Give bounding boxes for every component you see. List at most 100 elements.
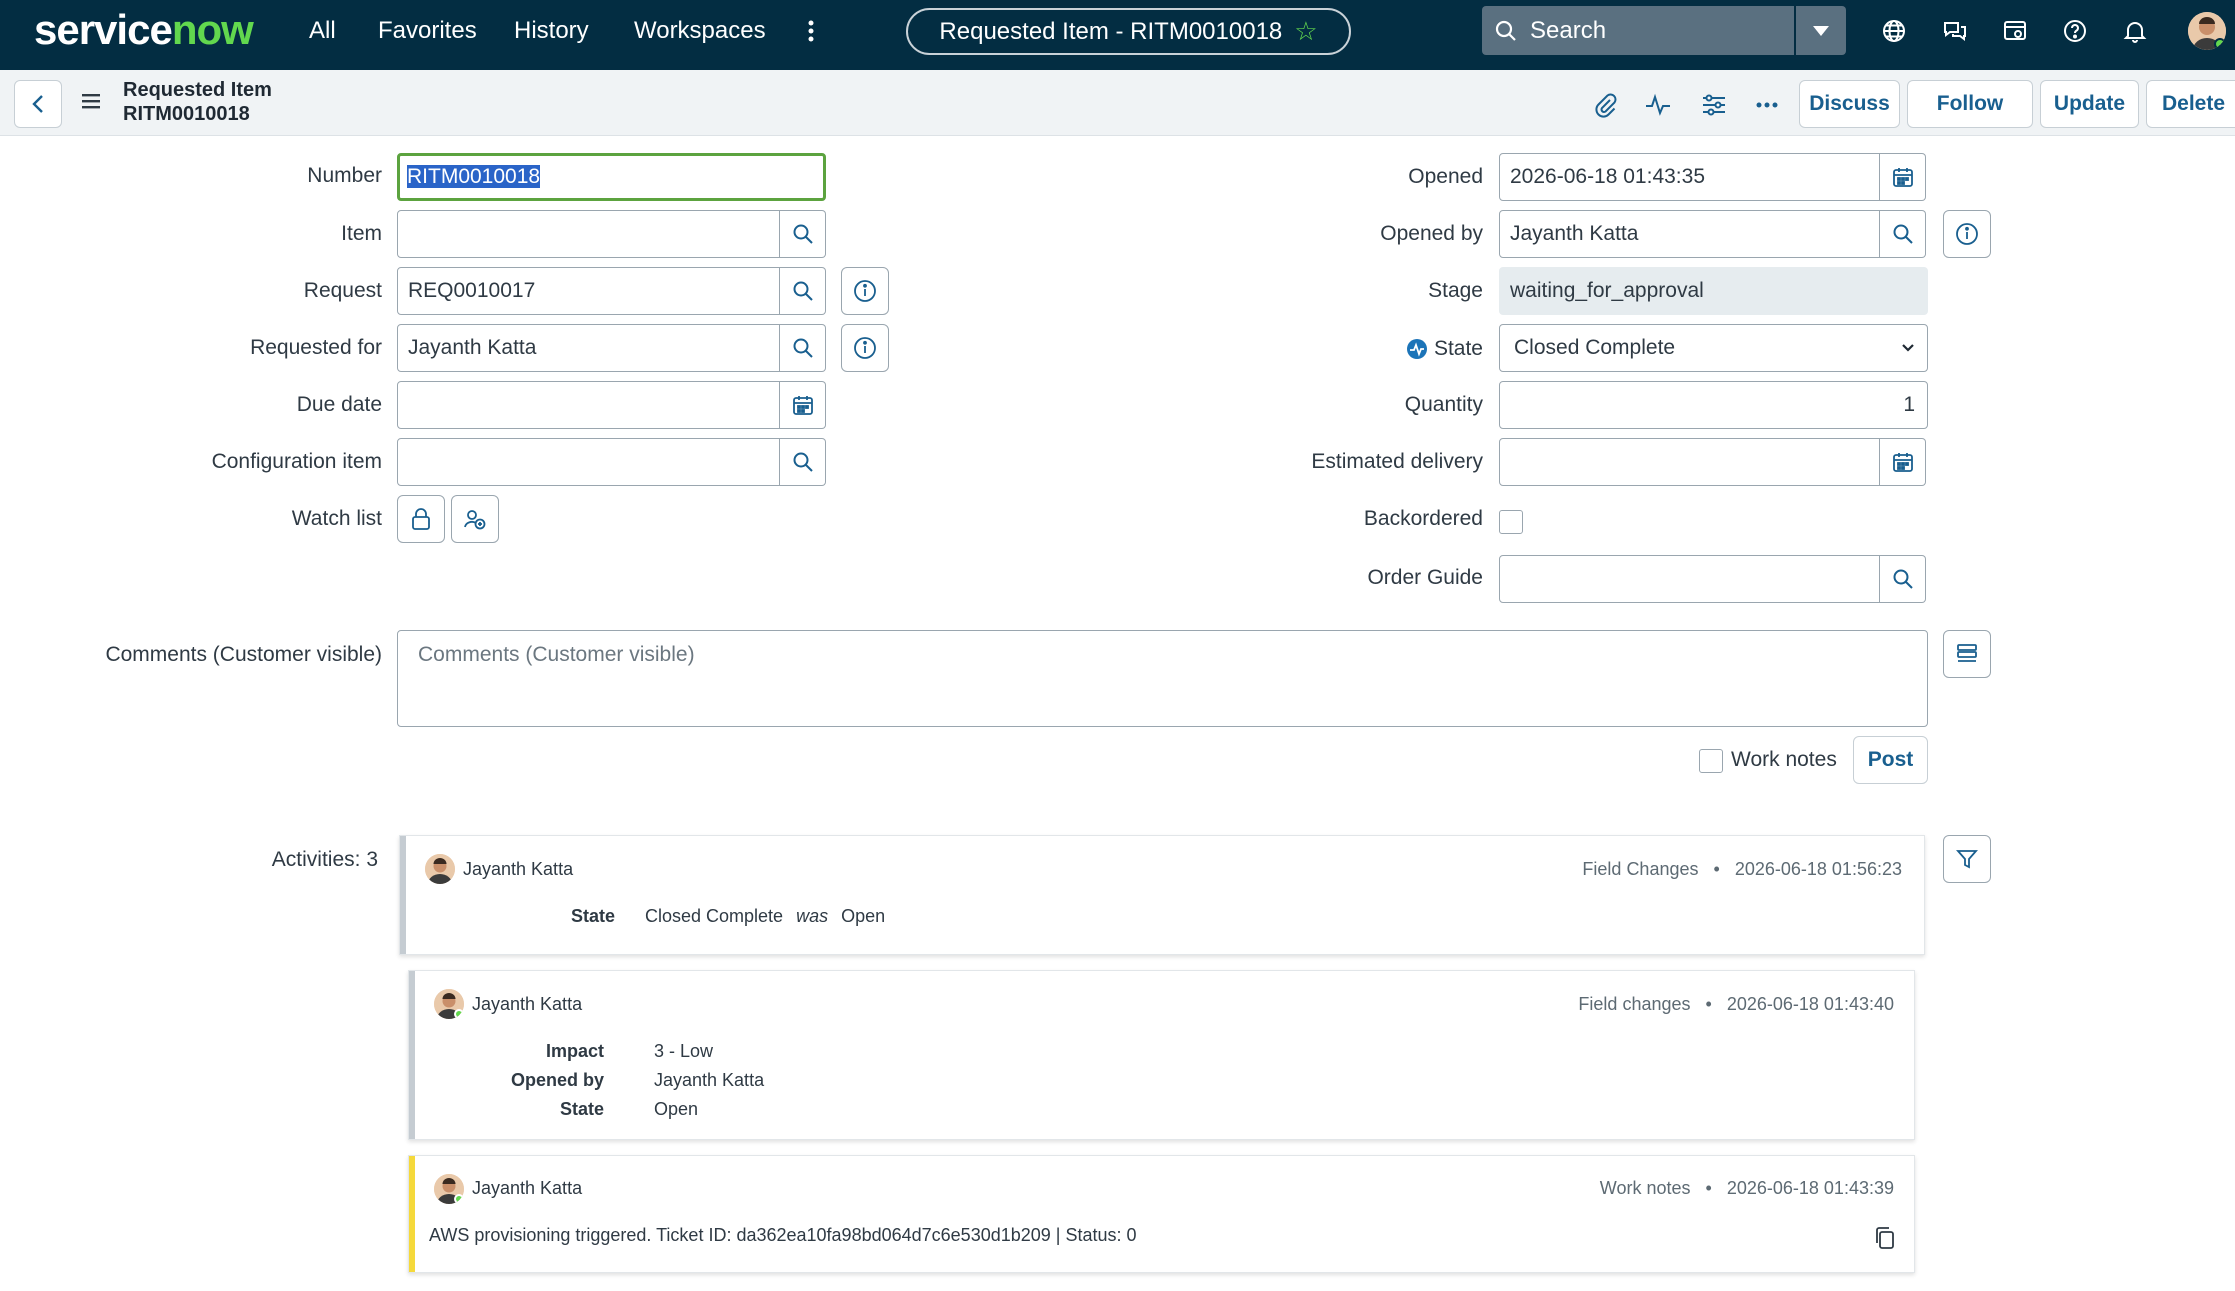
requested-for-lookup-button[interactable]: [780, 324, 826, 372]
lock-icon: [412, 508, 430, 530]
user-avatar[interactable]: [2188, 12, 2226, 50]
info-icon: [854, 280, 876, 302]
record-table-name: Requested Item: [123, 79, 272, 101]
due-date-label: Due date: [296, 393, 382, 416]
quantity-input[interactable]: 1: [1499, 381, 1928, 429]
info-icon: [1956, 223, 1978, 245]
change-field-name: Opened by: [510, 1070, 604, 1090]
activity-entry-field-changes: Jayanth Katta Field changes • 2026-06-18…: [408, 970, 1915, 1140]
help-icon[interactable]: [2057, 13, 2093, 49]
opened-by-input[interactable]: Jayanth Katta: [1499, 210, 1880, 258]
calendar-icon: [792, 396, 813, 415]
add-me-user-icon: [464, 510, 486, 530]
work-notes-checkbox[interactable]: [1699, 749, 1723, 773]
requested-for-input[interactable]: Jayanth Katta: [397, 324, 780, 372]
activity-meta: Field changes • 2026-06-18 01:43:40: [1578, 994, 1894, 1014]
record-title-text: Requested Item - RITM0010018: [939, 17, 1283, 45]
author-avatar: [434, 1174, 464, 1204]
delete-button[interactable]: Delete: [2146, 80, 2235, 128]
admin-panel-icon[interactable]: [1997, 13, 2033, 49]
change-field-value: Open: [654, 1099, 699, 1119]
search-icon: [793, 281, 813, 301]
search-placeholder: Search: [1530, 16, 1607, 44]
due-date-input[interactable]: [397, 381, 780, 429]
requested-for-info-button[interactable]: [841, 324, 889, 372]
activity-pulse-icon[interactable]: [1641, 88, 1675, 122]
live-feed-status-icon: [1406, 339, 1427, 359]
post-button[interactable]: Post: [1853, 736, 1928, 784]
opened-by-lookup-button[interactable]: [1880, 210, 1926, 258]
order-guide-label: Order Guide: [1367, 566, 1483, 589]
search-scope-dropdown[interactable]: [1796, 6, 1846, 55]
item-lookup-button[interactable]: [780, 210, 826, 258]
global-search-input[interactable]: Search: [1482, 6, 1794, 55]
search-icon: [1495, 20, 1516, 41]
order-guide-input[interactable]: [1499, 555, 1880, 603]
state-label-text: State: [1433, 337, 1483, 360]
opened-calendar-button[interactable]: [1880, 153, 1926, 201]
activity-author: Jayanth Katta: [463, 859, 574, 879]
watch-list-add-me-button[interactable]: [451, 495, 499, 543]
chevron-left-icon: [32, 95, 43, 113]
activity-timestamp: 2026-06-18 01:43:40: [1726, 994, 1894, 1014]
back-button[interactable]: [14, 80, 62, 128]
number-input[interactable]: RITM0010018: [397, 153, 826, 201]
author-avatar: [434, 989, 464, 1019]
estimated-delivery-label: Estimated delivery: [1311, 450, 1483, 473]
comments-templates-button[interactable]: [1943, 630, 1991, 678]
opened-by-info-button[interactable]: [1943, 210, 1991, 258]
nav-all[interactable]: All: [309, 0, 336, 62]
personalize-sliders-icon[interactable]: [1697, 88, 1731, 122]
opened-input[interactable]: 2026-06-18 01:43:35: [1499, 153, 1880, 201]
discuss-button[interactable]: Discuss: [1799, 80, 1900, 128]
request-info-button[interactable]: [841, 267, 889, 315]
estimated-delivery-input[interactable]: [1499, 438, 1880, 486]
favorite-star-icon[interactable]: ☆: [1294, 16, 1317, 47]
request-input[interactable]: REQ0010017: [397, 267, 780, 315]
due-date-calendar-button[interactable]: [780, 381, 826, 429]
chat-icon[interactable]: [1937, 13, 1973, 49]
order-guide-lookup-button[interactable]: [1880, 555, 1926, 603]
configuration-item-label: Configuration item: [211, 450, 382, 473]
opened-by-label: Opened by: [1380, 222, 1483, 245]
activity-type: Work notes: [1599, 1178, 1691, 1198]
nav-workspaces[interactable]: Workspaces: [634, 0, 766, 62]
change-field-value: Jayanth Katta: [654, 1070, 765, 1090]
change-was-word: was: [796, 906, 829, 926]
backordered-checkbox[interactable]: [1499, 510, 1523, 534]
comments-textarea[interactable]: Comments (Customer visible): [397, 630, 1928, 727]
follow-button[interactable]: Follow: [1907, 80, 2033, 128]
change-new-value: Closed Complete: [645, 906, 784, 926]
configuration-item-input[interactable]: [397, 438, 780, 486]
more-horizontal-icon[interactable]: [1750, 88, 1784, 122]
nav-favorites[interactable]: Favorites: [378, 0, 477, 62]
estimated-delivery-calendar-button[interactable]: [1880, 438, 1926, 486]
globe-icon[interactable]: [1876, 13, 1912, 49]
stage-readonly-field: waiting_for_approval: [1499, 267, 1928, 315]
quantity-label: Quantity: [1404, 393, 1483, 416]
activity-entry-field-changes: Jayanth Katta Field Changes • 2026-06-18…: [399, 835, 1925, 955]
item-input[interactable]: [397, 210, 780, 258]
activity-filter-button[interactable]: [1943, 835, 1991, 883]
servicenow-logo[interactable]: servicenow: [34, 4, 254, 56]
request-lookup-button[interactable]: [780, 267, 826, 315]
notifications-bell-icon[interactable]: [2117, 13, 2153, 49]
change-field-name: Impact: [545, 1041, 604, 1061]
copy-icon[interactable]: [1874, 1226, 1896, 1255]
watch-list-label: Watch list: [291, 507, 382, 530]
record-title-pill[interactable]: Requested Item - RITM0010018 ☆: [906, 8, 1351, 55]
activity-meta: Field Changes • 2026-06-18 01:56:23: [1582, 859, 1902, 879]
nav-history[interactable]: History: [514, 0, 589, 62]
state-selected-value: Closed Complete: [1514, 336, 1676, 359]
stage-label: Stage: [1428, 279, 1483, 302]
item-label: Item: [341, 222, 382, 245]
watch-list-unlock-button[interactable]: [397, 495, 445, 543]
search-icon: [793, 338, 813, 358]
paperclip-icon[interactable]: [1588, 88, 1622, 122]
more-vertical-icon[interactable]: [793, 13, 829, 49]
hamburger-menu-icon[interactable]: [82, 92, 104, 115]
update-button[interactable]: Update: [2040, 80, 2139, 128]
info-icon: [854, 337, 876, 359]
state-select[interactable]: Closed Complete: [1499, 324, 1928, 372]
configuration-item-lookup-button[interactable]: [780, 438, 826, 486]
